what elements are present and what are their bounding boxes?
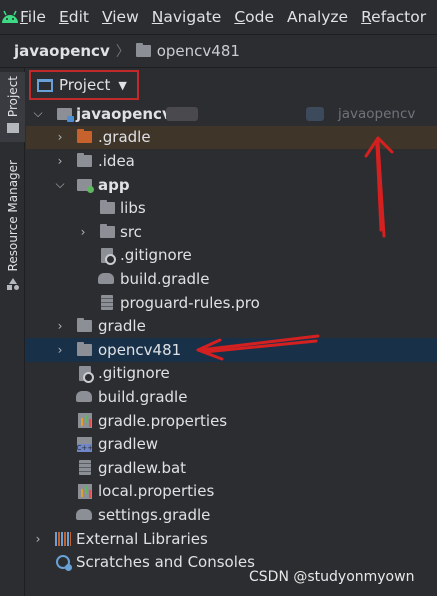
menu-view[interactable]: View xyxy=(102,8,139,26)
tree-node-label: app xyxy=(98,175,130,194)
tree-node-label: .gitignore xyxy=(120,246,192,265)
menu-analyze[interactable]: Analyze xyxy=(287,8,348,26)
tree-node-label: gradle xyxy=(98,317,146,336)
gitignore-file-icon xyxy=(99,247,116,265)
folder-icon xyxy=(99,223,115,240)
tree-node-gradle[interactable]: › gradle xyxy=(26,314,437,338)
tree-node-gradle-properties[interactable]: gradle.properties xyxy=(26,409,437,433)
tool-tab-resource-manager-label: Resource Manager xyxy=(5,160,20,272)
gradle-elephant-icon xyxy=(76,389,92,405)
folder-icon xyxy=(135,43,151,57)
tool-tab-project[interactable]: Project xyxy=(0,72,25,142)
tree-node-label: settings.gradle xyxy=(98,505,211,524)
menu-refactor[interactable]: Refactor xyxy=(361,8,426,26)
chevron-down-icon[interactable]: ⌵ xyxy=(31,106,45,121)
tree-node-gradlew-bat[interactable]: gradlew.bat xyxy=(26,456,437,480)
tree-node-label: src xyxy=(120,222,142,241)
chevron-down-icon[interactable]: ⌵ xyxy=(53,177,67,192)
menu-code[interactable]: Code xyxy=(234,8,274,26)
excluded-folder-icon xyxy=(76,129,92,145)
project-panel-header: Project ▼ xyxy=(26,68,437,102)
tree-node-idea[interactable]: › .idea xyxy=(26,149,437,173)
folder-icon xyxy=(99,200,115,216)
dropdown-arrow-icon: ▼ xyxy=(118,78,127,92)
tree-node-local-properties[interactable]: local.properties xyxy=(26,480,437,504)
chevron-right-icon[interactable]: › xyxy=(53,343,67,357)
tool-tab-resource-manager[interactable]: Resource Manager xyxy=(0,160,25,300)
folder-icon xyxy=(6,123,19,134)
project-view-selector-label: Project xyxy=(59,76,111,94)
tree-node-label: gradle.properties xyxy=(98,411,228,430)
library-bars-icon xyxy=(55,531,71,547)
scratches-icon xyxy=(55,554,72,572)
tree-node-root-module-hint: javaopencv xyxy=(338,105,416,122)
properties-file-icon xyxy=(77,413,93,429)
breadcrumb-child[interactable]: opencv481 xyxy=(157,42,240,60)
chevron-right-icon[interactable]: › xyxy=(76,225,90,239)
tree-node-label: .idea xyxy=(98,151,135,170)
tree-node-proguard[interactable]: proguard-rules.pro xyxy=(26,291,437,315)
tree-node-label: gradlew xyxy=(98,435,159,454)
tree-node-dot-gradle[interactable]: › .gradle xyxy=(26,125,437,150)
tree-node-label: local.properties xyxy=(98,482,215,501)
redacted-blur xyxy=(306,106,324,121)
properties-file-icon xyxy=(77,483,93,499)
gradle-elephant-icon xyxy=(76,507,92,523)
tree-node-label: build.gradle xyxy=(98,387,188,406)
text-file-icon xyxy=(77,460,93,476)
tree-node-label: External Libraries xyxy=(76,529,208,548)
tree-node-libs[interactable]: libs xyxy=(26,196,437,220)
chevron-right-icon[interactable]: › xyxy=(53,154,67,168)
breadcrumb: javaopencv 〉 opencv481 xyxy=(0,34,437,68)
tree-node-settings-gradle[interactable]: settings.gradle xyxy=(26,503,437,527)
tree-node-app[interactable]: ⌵ app xyxy=(26,173,437,197)
menu-file[interactable]: File xyxy=(20,8,46,26)
tool-tab-project-label: Project xyxy=(5,76,20,118)
tree-node-app-build-gradle[interactable]: build.gradle xyxy=(26,267,437,291)
folder-icon xyxy=(76,341,92,358)
tree-node-label: libs xyxy=(120,199,146,218)
gitignore-file-icon xyxy=(77,365,94,383)
tree-node-label: gradlew.bat xyxy=(98,458,187,477)
tree-node-src[interactable]: › src xyxy=(26,220,437,244)
chevron-right-icon[interactable]: › xyxy=(53,130,67,144)
chevron-right-icon[interactable]: › xyxy=(53,319,67,333)
chevron-right-icon: 〉 xyxy=(115,44,130,60)
tool-window-strip: Project Resource Manager xyxy=(0,68,25,596)
menu-navigate[interactable]: Navigate xyxy=(152,8,222,26)
shapes-icon xyxy=(6,278,19,291)
script-file-icon xyxy=(76,436,92,452)
tree-node-root-build-gradle[interactable]: build.gradle xyxy=(26,385,437,409)
tree-node-app-gitignore[interactable]: .gitignore xyxy=(26,244,437,268)
menu-bar: File Edit View Navigate Code Analyze Ref… xyxy=(0,0,437,34)
folder-icon xyxy=(76,152,92,169)
watermark: CSDN @studyonmyown xyxy=(249,569,415,585)
breadcrumb-root[interactable]: javaopencv xyxy=(14,42,110,60)
tree-node-gradlew[interactable]: gradlew xyxy=(26,432,437,456)
android-module-folder-icon xyxy=(76,177,94,193)
folder-icon xyxy=(76,318,92,334)
window-icon xyxy=(37,78,53,92)
tree-node-root-gitignore[interactable]: .gitignore xyxy=(26,362,437,386)
tree-node-label: build.gradle xyxy=(120,269,210,288)
project-view-selector[interactable]: Project ▼ xyxy=(29,70,139,100)
gradle-elephant-icon xyxy=(98,271,114,287)
tree-node-root[interactable]: ⌵ javaopencv javaopencv xyxy=(26,102,437,126)
tree-node-label: opencv481 xyxy=(98,340,182,359)
tree-node-opencv481[interactable]: › opencv481 xyxy=(26,338,437,362)
module-folder-icon xyxy=(56,106,74,122)
menu-edit[interactable]: Edit xyxy=(59,8,89,26)
chevron-right-icon[interactable]: › xyxy=(31,532,45,546)
project-panel: Project ▼ ⌵ javaopencv javaopencv › .gra… xyxy=(26,68,437,596)
tree-node-external-libraries[interactable]: › External Libraries xyxy=(26,527,437,551)
tree-node-label: .gradle xyxy=(98,128,151,147)
tree-node-root-label: javaopencv xyxy=(76,104,172,123)
tree-node-label: Scratches and Consoles xyxy=(76,553,255,572)
tree-node-label: .gitignore xyxy=(98,364,170,383)
text-file-icon xyxy=(99,295,115,311)
android-studio-logo-icon xyxy=(0,0,20,34)
tree-node-label: proguard-rules.pro xyxy=(120,293,260,312)
redacted-blur xyxy=(166,106,198,121)
